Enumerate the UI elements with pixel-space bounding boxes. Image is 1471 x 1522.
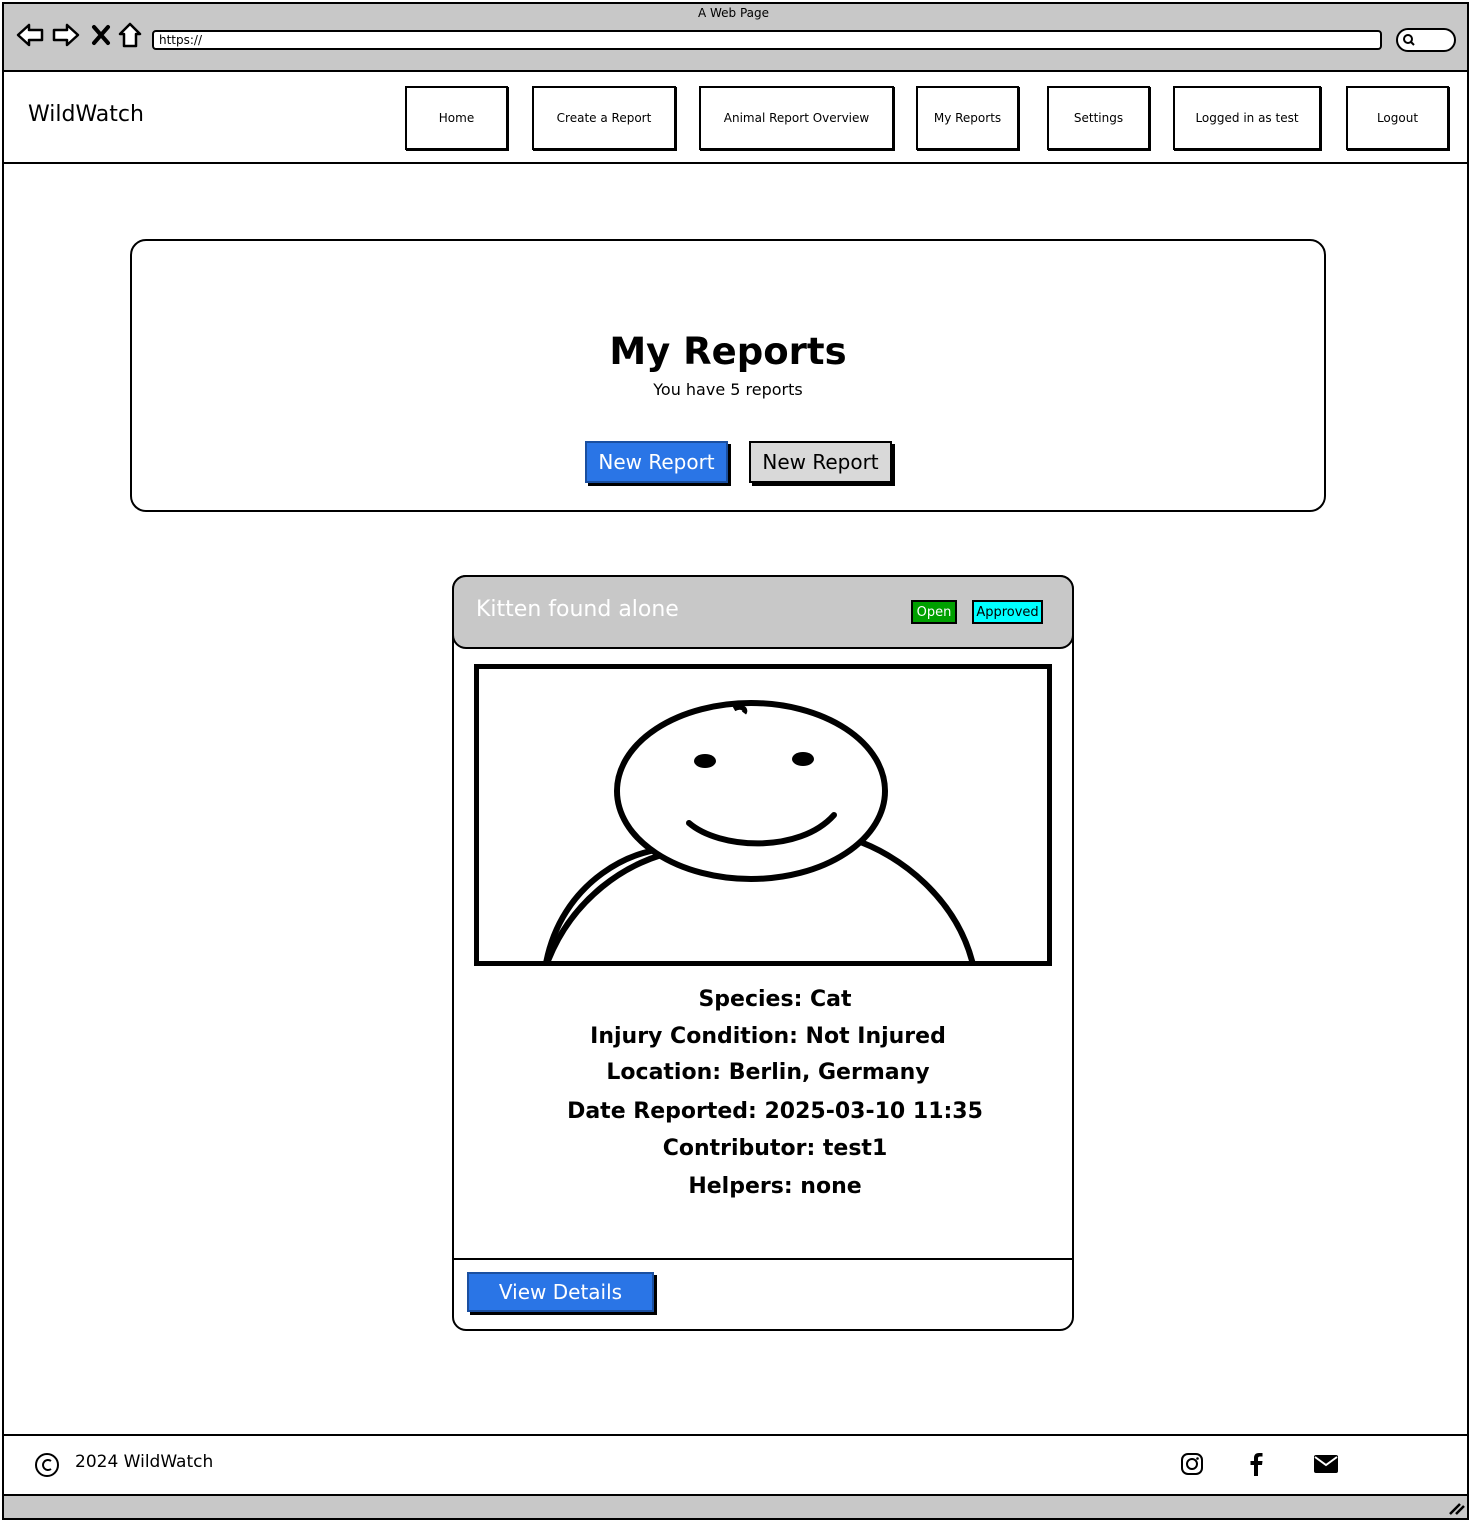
nav-logged-in-user[interactable]: Logged in as test [1173, 86, 1321, 150]
person-placeholder-icon [543, 700, 975, 961]
facebook-icon[interactable] [1243, 1451, 1269, 1477]
contributor-field: Contributor: test1 [662, 1136, 888, 1161]
status-badge-open: Open [911, 600, 957, 624]
nav-my-reports[interactable]: My Reports [916, 86, 1019, 150]
new-report-button[interactable]: New Report [585, 441, 728, 483]
nav-animal-report-overview[interactable]: Animal Report Overview [699, 86, 894, 150]
nav-home[interactable]: Home [405, 86, 508, 150]
window-title: A Web Page [697, 6, 770, 20]
brand-logo[interactable]: WildWatch [28, 102, 144, 127]
date-reported-field: Date Reported: 2025-03-10 11:35 [567, 1099, 983, 1124]
page-title: My Reports [609, 330, 847, 373]
footer-copyright: 2024 WildWatch [75, 1452, 214, 1472]
forward-icon[interactable] [51, 20, 81, 50]
email-icon[interactable] [1313, 1451, 1339, 1477]
browser-status-bar [2, 1496, 1469, 1520]
hero-panel [130, 239, 1326, 512]
nav-settings[interactable]: Settings [1047, 86, 1150, 150]
status-badge-approved: Approved [972, 600, 1043, 624]
report-count: You have 5 reports [653, 380, 803, 399]
resize-grip-icon[interactable] [1448, 1500, 1466, 1516]
location-field: Location: Berlin, Germany [606, 1060, 930, 1085]
card-divider [454, 1258, 1072, 1260]
copyright-icon [35, 1453, 59, 1477]
helpers-field: Helpers: none [688, 1174, 862, 1199]
back-icon[interactable] [15, 20, 45, 50]
nav-logout[interactable]: Logout [1346, 86, 1449, 150]
species-field: Species: Cat [698, 987, 852, 1012]
browser-search[interactable] [1396, 28, 1456, 52]
view-details-button[interactable]: View Details [467, 1272, 654, 1312]
instagram-icon[interactable] [1179, 1451, 1205, 1477]
home-icon[interactable] [116, 20, 146, 50]
stop-icon[interactable] [88, 20, 118, 50]
report-image [474, 664, 1052, 966]
nav-create-report[interactable]: Create a Report [532, 86, 676, 150]
injury-condition-field: Injury Condition: Not Injured [590, 1024, 946, 1049]
search-icon [1403, 34, 1415, 46]
report-title: Kitten found alone [476, 597, 679, 622]
new-report-secondary-button[interactable]: New Report [749, 441, 892, 483]
url-input[interactable]: https:// [152, 30, 1382, 50]
